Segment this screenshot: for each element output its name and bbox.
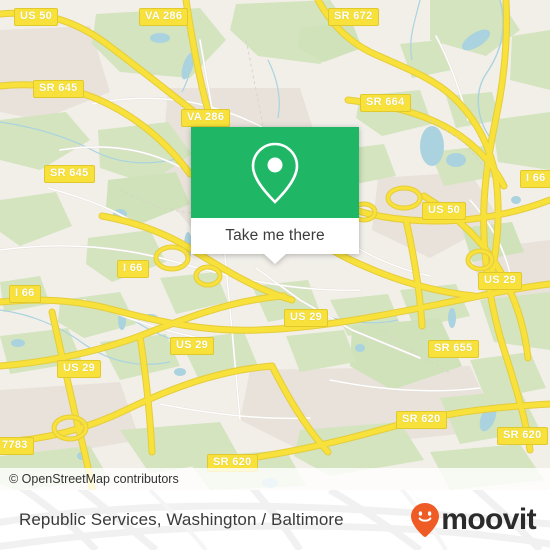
road-shield: US 50 <box>14 8 59 26</box>
location-popup-card[interactable]: Take me there <box>191 127 359 264</box>
road-shield: US 50 <box>422 202 467 220</box>
road-shield: I 66 <box>9 285 41 303</box>
road-shield: US 29 <box>284 309 329 327</box>
moovit-smiley-pin-icon <box>411 503 440 537</box>
road-shield: US 29 <box>57 360 102 378</box>
popup-tail <box>264 254 286 264</box>
road-shield: 7783 <box>0 437 34 455</box>
map-canvas[interactable]: .pk { fill:#d3e4bf; } .pk2 { fill:#cfe2b… <box>0 0 550 490</box>
road-shield: SR 645 <box>33 80 84 98</box>
map-pin-icon <box>251 142 299 204</box>
road-shield: SR 664 <box>360 94 411 112</box>
moovit-wordmark: moovit <box>441 503 536 536</box>
road-shield: SR 620 <box>396 411 447 429</box>
map-attribution[interactable]: © OpenStreetMap contributors <box>0 468 550 490</box>
road-shield: VA 286 <box>181 109 231 127</box>
take-me-there-label: Take me there <box>225 227 325 244</box>
moovit-logo[interactable]: moovit <box>410 502 537 538</box>
road-shield: I 66 <box>520 170 550 188</box>
road-shield: US 29 <box>170 337 215 355</box>
page-title: Republic Services, Washington / Baltimor… <box>19 510 344 529</box>
road-shield: VA 286 <box>139 8 189 26</box>
footer-bar: Republic Services, Washington / Baltimor… <box>0 490 550 550</box>
road-shield: I 66 <box>117 260 149 278</box>
popup-action-row[interactable]: Take me there <box>191 218 359 254</box>
popup-header <box>191 127 359 218</box>
road-shield: SR 655 <box>428 340 479 358</box>
road-shield: SR 672 <box>328 8 379 26</box>
road-shield: US 29 <box>478 272 523 290</box>
road-shield: SR 620 <box>497 427 548 445</box>
road-shield: SR 645 <box>44 165 95 183</box>
map-screenshot-root: .pk { fill:#d3e4bf; } .pk2 { fill:#cfe2b… <box>0 0 550 550</box>
